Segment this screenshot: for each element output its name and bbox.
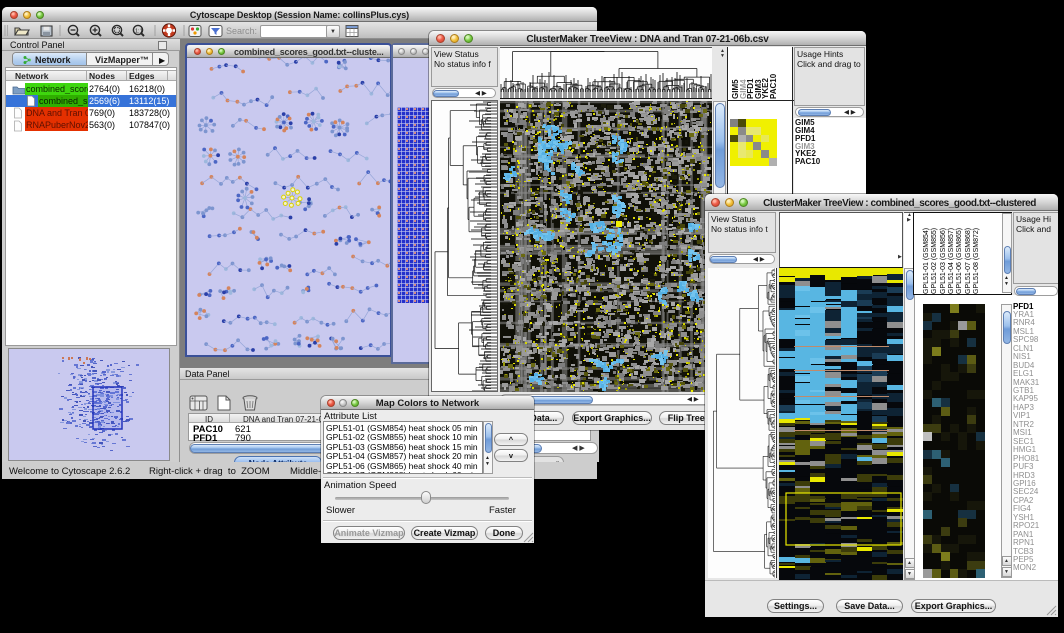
svg-text:1:1: 1:1 [135, 29, 143, 35]
